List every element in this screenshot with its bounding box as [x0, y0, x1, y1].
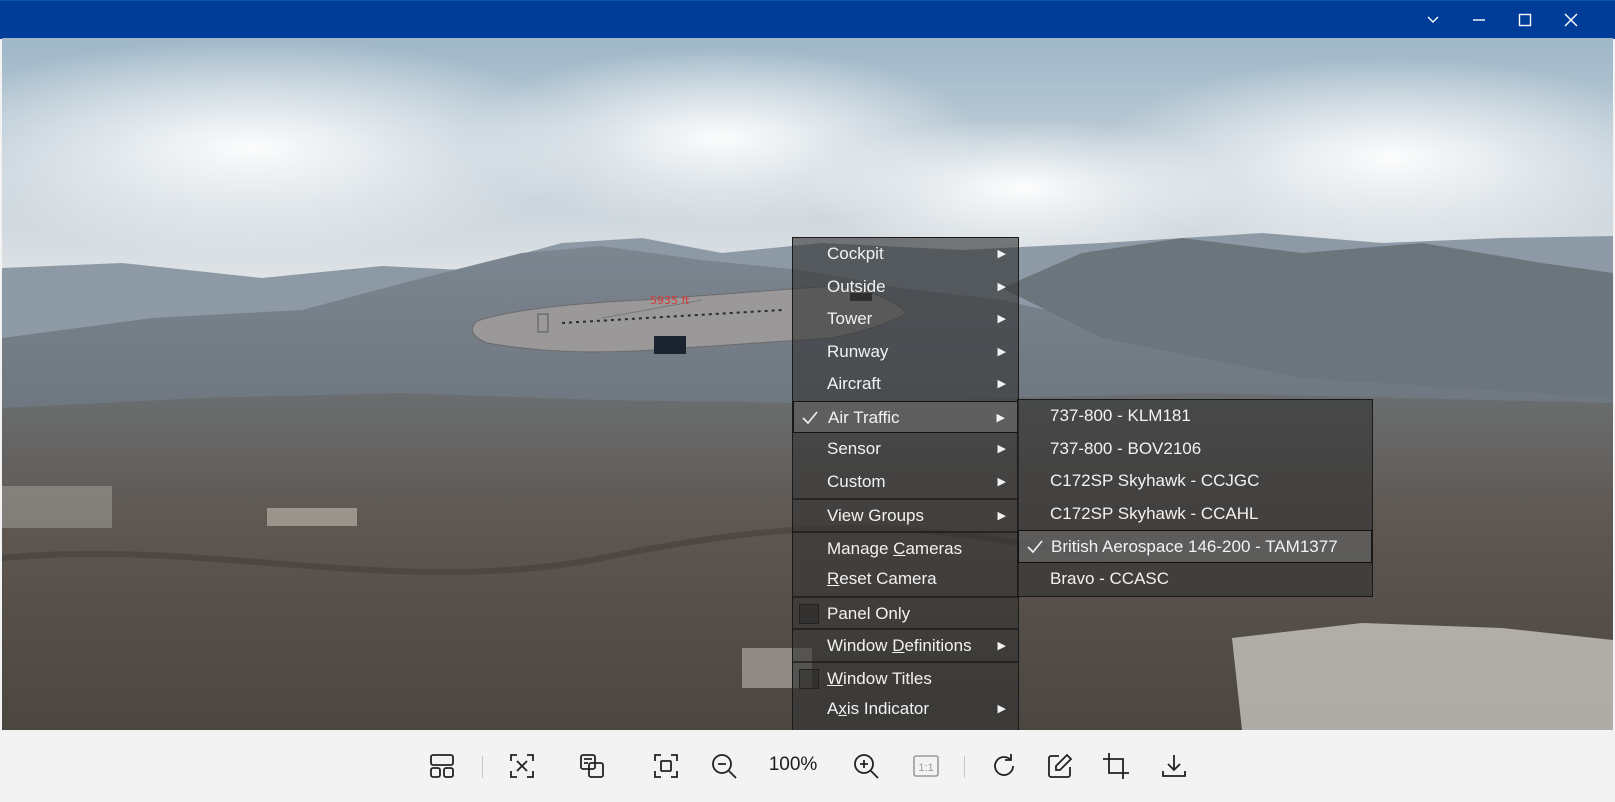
layout-icon[interactable]: [422, 746, 462, 786]
checkbox-unchecked[interactable]: [799, 668, 819, 689]
chevron-down-icon[interactable]: [1410, 1, 1456, 39]
menu-item-window-titles[interactable]: Window Titles: [793, 660, 1018, 694]
menu-item-label: Reset Camera: [827, 569, 937, 588]
submenu-item-aircraft[interactable]: C172SP Skyhawk - CCJGC: [1018, 465, 1372, 498]
submenu-arrow-icon: ▶: [997, 345, 1006, 358]
menu-item-air-traffic[interactable]: Air Traffic ▶: [793, 400, 1018, 433]
toolbar-divider: [964, 756, 965, 778]
submenu-item-aircraft[interactable]: Bravo - CCASC: [1018, 563, 1372, 596]
submenu-arrow-icon: ▶: [996, 411, 1005, 424]
menu-item-label: Custom: [827, 471, 886, 491]
menu-item-axis-indicator[interactable]: Axis Indicator ▶: [793, 693, 1018, 726]
menu-item-manage-cameras[interactable]: Manage Cameras: [793, 530, 1018, 564]
submenu-item-aircraft-selected[interactable]: British Aerospace 146-200 - TAM1377: [1018, 530, 1372, 563]
checkmark-icon: [800, 408, 820, 428]
compare-icon[interactable]: [572, 746, 612, 786]
crop-icon[interactable]: [1096, 746, 1136, 786]
menu-item-custom[interactable]: Custom ▶: [793, 466, 1018, 499]
minimize-icon[interactable]: [1456, 1, 1502, 39]
menu-item-label: Cockpit: [827, 244, 884, 263]
svg-text:1:1: 1:1: [918, 762, 933, 774]
actual-size-icon[interactable]: 1:1: [906, 746, 946, 786]
download-icon[interactable]: [1154, 746, 1194, 786]
submenu-item-label: C172SP Skyhawk - CCAHL: [1050, 503, 1259, 523]
menu-item-label: Outside: [827, 276, 886, 296]
submenu-item-aircraft[interactable]: C172SP Skyhawk - CCAHL: [1018, 498, 1372, 531]
viewer-toolbar: 100% 1:1: [0, 730, 1615, 802]
submenu-arrow-icon: ▶: [997, 640, 1006, 652]
menu-item-reset-camera[interactable]: Reset Camera: [793, 563, 1018, 596]
zoom-level: 100%: [768, 754, 818, 775]
submenu-item-label: Bravo - CCASC: [1050, 568, 1170, 588]
submenu-item-label: British Aerospace 146-200 - TAM1377: [1051, 537, 1338, 556]
menu-item-outside[interactable]: Outside ▶: [793, 271, 1018, 304]
menu-item-aircraft[interactable]: Aircraft ▶: [793, 368, 1018, 401]
checkbox-unchecked[interactable]: [799, 603, 819, 624]
altitude-label: 5935 ft: [650, 294, 690, 307]
checkmark-icon: [1025, 537, 1045, 557]
air-traffic-submenu: 737-800 - KLM181 737-800 - BOV2106 C172S…: [1017, 399, 1373, 597]
fit-screen-icon[interactable]: [502, 746, 542, 786]
submenu-arrow-icon: ▶: [997, 280, 1006, 293]
submenu-arrow-icon: ▶: [997, 313, 1006, 325]
menu-item-tower[interactable]: Tower ▶: [793, 303, 1018, 336]
menu-item-label: Air Traffic: [828, 407, 900, 427]
submenu-arrow-icon: ▶: [997, 248, 1006, 260]
toolbar-divider: [482, 756, 483, 778]
zoom-in-icon[interactable]: [846, 746, 886, 786]
submenu-arrow-icon: ▶: [997, 475, 1006, 488]
menu-item-runway[interactable]: Runway ▶: [793, 336, 1018, 369]
menu-item-label: Axis Indicator: [827, 699, 930, 718]
rotate-icon[interactable]: [984, 746, 1024, 786]
menu-item-label: Window Definitions: [827, 636, 972, 655]
menu-item-label: Runway: [827, 341, 889, 361]
submenu-item-aircraft[interactable]: 737-800 - BOV2106: [1018, 433, 1372, 466]
menu-item-cockpit[interactable]: Cockpit ▶: [793, 238, 1018, 271]
close-icon[interactable]: [1548, 1, 1594, 39]
menu-item-label: View Groups: [827, 506, 925, 525]
zoom-out-icon[interactable]: [704, 746, 744, 786]
menu-item-label: Panel Only: [827, 603, 911, 623]
edit-icon[interactable]: [1040, 746, 1080, 786]
submenu-arrow-icon: ▶: [997, 510, 1006, 522]
maximize-icon[interactable]: [1502, 1, 1548, 39]
menu-item-label: Aircraft: [827, 374, 881, 393]
submenu-item-label: C172SP Skyhawk - CCJGC: [1050, 471, 1260, 490]
menu-item-sensor[interactable]: Sensor ▶: [793, 433, 1018, 466]
submenu-item-label: 737-800 - KLM181: [1050, 406, 1191, 425]
view-context-menu: Cockpit ▶ Outside ▶ Tower ▶ Runway ▶ Air…: [792, 237, 1019, 734]
menu-item-label: Sensor: [827, 439, 881, 458]
submenu-item-label: 737-800 - BOV2106: [1050, 438, 1202, 458]
submenu-arrow-icon: ▶: [997, 443, 1006, 455]
menu-item-label: Tower: [827, 309, 873, 328]
title-bar: [0, 0, 1615, 39]
fullscreen-icon[interactable]: [646, 746, 686, 786]
submenu-item-aircraft[interactable]: 737-800 - KLM181: [1018, 400, 1372, 433]
menu-item-label: Window Titles: [827, 668, 932, 688]
menu-item-label: Manage Cameras: [827, 538, 963, 558]
menu-item-window-definitions[interactable]: Window Definitions ▶: [793, 628, 1018, 661]
menu-item-view-groups[interactable]: View Groups ▶: [793, 498, 1018, 531]
submenu-arrow-icon: ▶: [997, 378, 1006, 390]
submenu-arrow-icon: ▶: [997, 703, 1006, 715]
menu-item-panel-only[interactable]: Panel Only: [793, 595, 1018, 629]
